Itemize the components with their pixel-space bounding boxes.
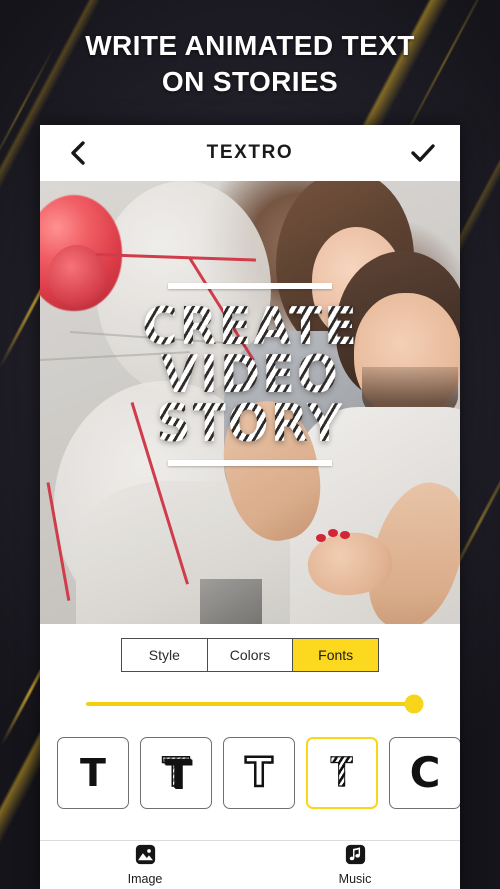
overlay-text-line-3: STORY: [156, 393, 344, 454]
font-glyph: T: [80, 751, 106, 795]
font-glyph: C: [409, 748, 441, 797]
font-option-round[interactable]: C: [389, 737, 460, 809]
tab-style[interactable]: Style: [122, 639, 208, 671]
editor-tab-bar: Style Colors Fonts: [121, 638, 379, 672]
nav-item-music[interactable]: Music: [250, 841, 460, 889]
slider-thumb[interactable]: [404, 694, 424, 714]
font-option-dotted[interactable]: T: [223, 737, 295, 809]
tab-colors[interactable]: Colors: [207, 639, 294, 671]
font-option-plain[interactable]: T: [57, 737, 129, 809]
slider-track: [86, 702, 414, 706]
promo-headline: WRITE ANIMATED TEXT ON STORIES: [0, 28, 500, 100]
check-icon[interactable]: [408, 138, 438, 168]
tab-fonts[interactable]: Fonts: [293, 639, 379, 671]
bottom-navigation: Image Music: [40, 840, 460, 889]
promo-headline-line-2: ON STORIES: [161, 65, 339, 97]
nav-item-image[interactable]: Image: [40, 841, 250, 889]
page-title: TEXTRO: [206, 142, 294, 163]
font-glyph: T: [331, 750, 354, 796]
text-overlay[interactable]: CREATE VIDEO STORY: [40, 283, 460, 467]
overlay-text-line-2: VIDEO: [160, 345, 340, 406]
font-size-slider[interactable]: [86, 693, 424, 715]
chevron-left-icon[interactable]: [62, 138, 92, 168]
music-note-icon: [345, 844, 366, 870]
font-option-shaded[interactable]: T: [140, 737, 212, 809]
app-bar: TEXTRO: [40, 125, 460, 181]
promo-headline-line-1: WRITE ANIMATED TEXT: [85, 30, 415, 61]
font-picker-list[interactable]: T T T T C: [40, 737, 460, 809]
nav-label-image: Image: [127, 872, 163, 886]
phone-screenshot: TEXTRO CREATE VIDEO STORY Style Colors F…: [40, 125, 460, 889]
font-glyph: T: [162, 750, 191, 796]
overlay-divider-top: [168, 283, 332, 289]
editor-controls-panel: Style Colors Fonts T T T T C Image Music: [40, 624, 460, 889]
font-glyph: T: [244, 750, 274, 796]
story-canvas[interactable]: CREATE VIDEO STORY: [40, 181, 460, 624]
overlay-text-line-1: CREATE: [141, 297, 359, 357]
overlay-divider-bottom: [168, 460, 332, 467]
nav-label-music: Music: [338, 872, 372, 886]
font-option-striped[interactable]: T: [306, 737, 378, 809]
image-icon: [135, 844, 156, 870]
